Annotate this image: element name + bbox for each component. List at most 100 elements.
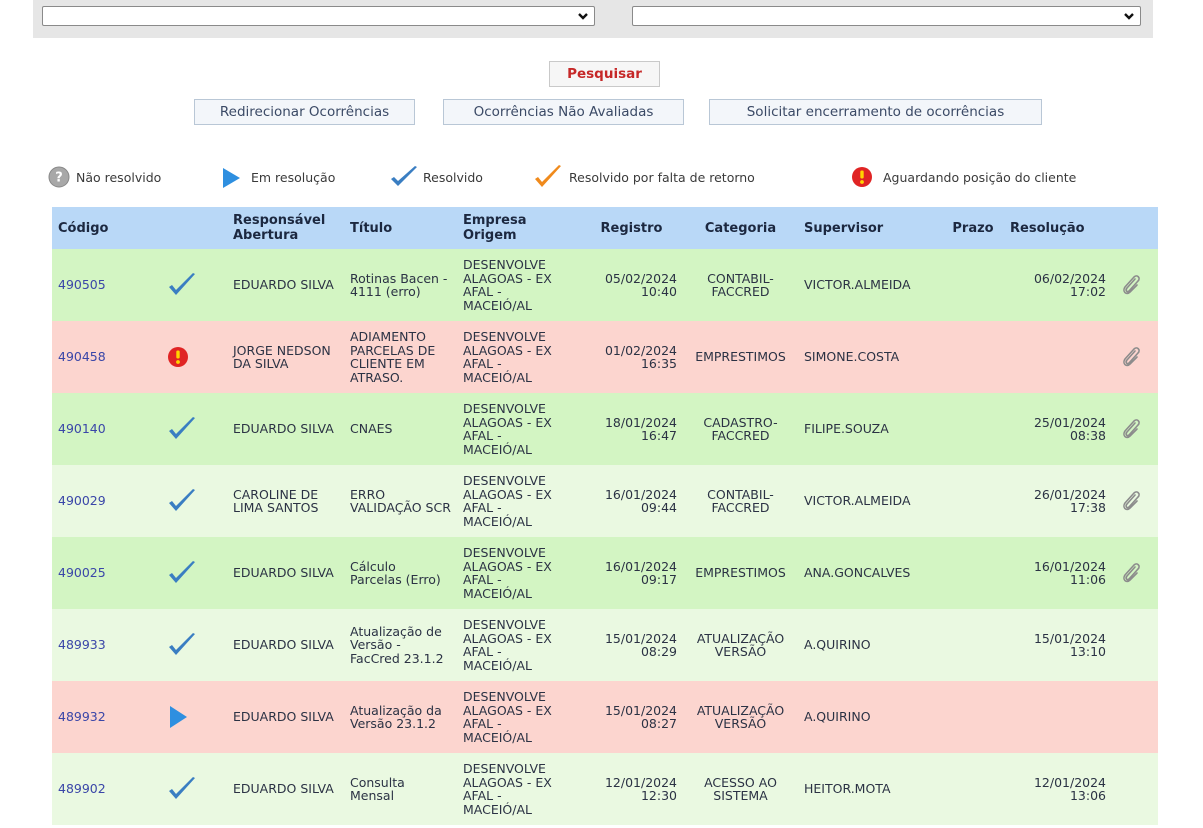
registered-cell: 12/01/2024 12:30 <box>580 753 683 825</box>
table-header-row: Código Responsável Abertura Título Empre… <box>52 207 1158 249</box>
category-cell: ATUALIZAÇÃO VERSÃO <box>696 630 785 659</box>
deadline-cell <box>942 537 1004 609</box>
occurrence-code-link[interactable]: 490140 <box>52 393 161 465</box>
search-button[interactable]: Pesquisar <box>549 61 660 87</box>
paperclip-icon[interactable] <box>1118 561 1152 585</box>
supervisor-cell: A.QUIRINO <box>804 637 871 653</box>
category-cell: EMPRESTIMOS <box>695 565 786 581</box>
legend-resolved-no-return-label: Resolvido por falta de retorno <box>569 170 755 185</box>
filter-panel <box>33 0 1153 38</box>
resolution-time: 08:38 <box>1069 428 1106 443</box>
title-cell: ADIAMENTO PARCELAS DE CLIENTE EM ATRASO. <box>350 329 436 385</box>
registered-time: 12:30 <box>640 788 677 803</box>
check-icon <box>167 775 221 803</box>
opener-cell: EDUARDO SILVA <box>233 565 334 581</box>
resolution-time: 11:06 <box>1069 572 1106 587</box>
header-opener[interactable]: Responsável Abertura <box>227 207 344 249</box>
category-cell: EMPRESTIMOS <box>695 349 786 365</box>
registered-cell: 01/02/2024 16:35 <box>580 321 683 393</box>
not-evaluated-button[interactable]: Ocorrências Não Avaliadas <box>443 99 684 125</box>
request-closure-button[interactable]: Solicitar encerramento de ocorrências <box>709 99 1042 125</box>
deadline-cell <box>942 681 1004 753</box>
filter-select-left[interactable] <box>42 6 595 26</box>
play-icon <box>223 168 240 188</box>
paperclip-icon[interactable] <box>1118 345 1152 369</box>
attachment-cell <box>1112 393 1158 465</box>
opener-cell: EDUARDO SILVA <box>233 637 334 653</box>
category-cell: ATUALIZAÇÃO VERSÃO <box>696 702 785 731</box>
registered-cell: 16/01/2024 09:44 <box>580 465 683 537</box>
table-row[interactable]: 490029 CAROLINE DE LIMA SANTOS ERRO VALIDA… <box>52 465 1158 537</box>
category-cell: CADASTRO-FACCRED <box>703 414 778 443</box>
chevron-down-icon <box>1124 13 1134 20</box>
paperclip-icon[interactable] <box>1118 489 1152 513</box>
header-resolution[interactable]: Resolução <box>1004 207 1112 249</box>
occurrence-code-link[interactable]: 490505 <box>52 249 161 321</box>
attachment-cell <box>1112 537 1158 609</box>
resolution-cell: 25/01/2024 08:38 <box>1004 393 1112 465</box>
opener-cell: EDUARDO SILVA <box>233 421 334 437</box>
resolution-time: 17:38 <box>1069 500 1106 515</box>
occurrence-code-link[interactable]: 489902 <box>52 753 161 825</box>
deadline-cell <box>942 753 1004 825</box>
table-row[interactable]: 489902 EDUARDO SILVA Consulta Mensal DESENV… <box>52 753 1158 825</box>
registered-time: 16:35 <box>640 356 677 371</box>
occurrence-code-link[interactable]: 489932 <box>52 681 161 753</box>
question-icon: ? <box>48 166 70 188</box>
header-title[interactable]: Título <box>344 207 457 249</box>
header-company[interactable]: Empresa Origem <box>457 207 580 249</box>
registered-time: 08:29 <box>640 644 677 659</box>
status-cell <box>161 321 227 393</box>
company-cell: DESENVOLVE ALAGOAS - EX AFAL - MACEIÓ/AL <box>463 689 552 745</box>
registered-time: 08:27 <box>640 716 677 731</box>
table-row[interactable]: 490025 EDUARDO SILVA Cálculo Parcelas (Err… <box>52 537 1158 609</box>
occurrence-code-link[interactable]: 490458 <box>52 321 161 393</box>
paperclip-icon[interactable] <box>1118 273 1152 297</box>
company-cell: DESENVOLVE ALAGOAS - EX AFAL - MACEIÓ/AL <box>463 257 552 313</box>
registered-cell: 05/02/2024 10:40 <box>580 249 683 321</box>
table-row[interactable]: 489933 EDUARDO SILVA Atualização de Versão… <box>52 609 1158 681</box>
check-icon <box>167 487 221 515</box>
occurrences-table: Código Responsável Abertura Título Empre… <box>52 207 1158 825</box>
header-supervisor[interactable]: Supervisor <box>798 207 942 249</box>
company-cell: DESENVOLVE ALAGOAS - EX AFAL - MACEIÓ/AL <box>463 545 552 601</box>
resolution-cell <box>1004 681 1112 753</box>
table-row[interactable]: 490140 EDUARDO SILVA CNAES DESENVOLVE ALAGO… <box>52 393 1158 465</box>
alert-icon <box>852 167 872 187</box>
table-row[interactable]: 490505 EDUARDO SILVA Rotinas Bacen - 4111 … <box>52 249 1158 321</box>
redirect-occurrences-button[interactable]: Redirecionar Ocorrências <box>194 99 415 125</box>
table-row[interactable]: 489932 EDUARDO SILVA Atualização da Versão… <box>52 681 1158 753</box>
registered-time: 09:44 <box>640 500 677 515</box>
header-registered[interactable]: Registro <box>580 207 683 249</box>
header-deadline[interactable]: Prazo <box>942 207 1004 249</box>
company-cell: DESENVOLVE ALAGOAS - EX AFAL - MACEIÓ/AL <box>463 617 552 673</box>
occurrence-code-link[interactable]: 489933 <box>52 609 161 681</box>
filter-select-right[interactable] <box>632 6 1141 26</box>
check-icon <box>167 415 221 443</box>
chevron-down-icon <box>578 13 588 20</box>
header-code[interactable]: Código <box>52 207 161 249</box>
supervisor-cell: VICTOR.ALMEIDA <box>804 277 911 293</box>
legend-resolved-label: Resolvido <box>423 170 483 185</box>
occurrence-code-link[interactable]: 490029 <box>52 465 161 537</box>
svg-text:?: ? <box>55 171 63 186</box>
status-cell <box>161 465 227 537</box>
category-cell: CONTABIL-FACCRED <box>707 270 774 299</box>
status-cell <box>161 609 227 681</box>
deadline-cell <box>942 465 1004 537</box>
attachment-cell <box>1112 681 1158 753</box>
check-icon <box>391 166 417 186</box>
occurrence-code-link[interactable]: 490025 <box>52 537 161 609</box>
paperclip-icon[interactable] <box>1118 417 1152 441</box>
legend-in-progress-label: Em resolução <box>251 170 336 185</box>
company-cell: DESENVOLVE ALAGOAS - EX AFAL - MACEIÓ/AL <box>463 761 552 817</box>
table-row[interactable]: 490458 JORGE NEDSON DA SILVA ADIAMENTO PAR… <box>52 321 1158 393</box>
status-cell <box>161 537 227 609</box>
title-cell: Rotinas Bacen - 4111 (erro) <box>350 270 448 299</box>
resolution-cell: 12/01/2024 13:06 <box>1004 753 1112 825</box>
attachment-cell <box>1112 609 1158 681</box>
header-category[interactable]: Categoria <box>683 207 798 249</box>
supervisor-cell: HEITOR.MOTA <box>804 781 891 797</box>
resolution-cell: 16/01/2024 11:06 <box>1004 537 1112 609</box>
supervisor-cell: A.QUIRINO <box>804 709 871 725</box>
